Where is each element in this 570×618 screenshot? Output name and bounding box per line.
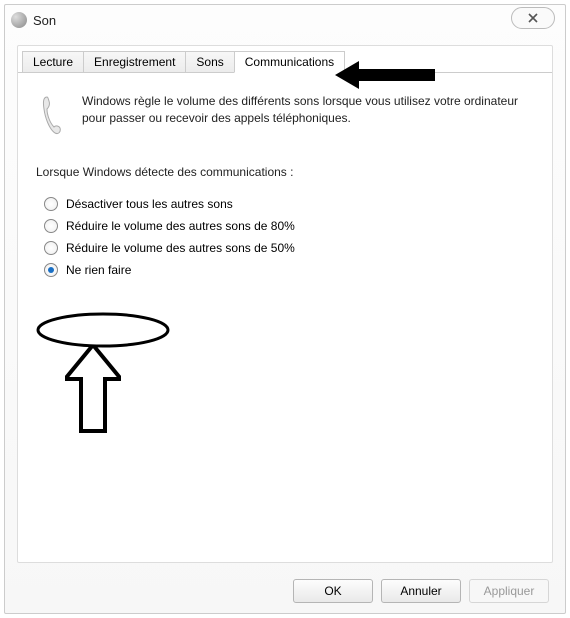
radio-icon	[44, 263, 58, 277]
radio-label: Désactiver tous les autres sons	[66, 197, 233, 211]
sound-icon	[11, 12, 27, 28]
radio-icon	[44, 241, 58, 255]
radio-label: Réduire le volume des autres sons de 50%	[66, 241, 295, 255]
content-area: Lecture Enregistrement Sons Communicatio…	[17, 45, 553, 563]
subtitle: Lorsque Windows détecte des communicatio…	[36, 165, 534, 179]
radio-icon	[44, 197, 58, 211]
radio-label: Ne rien faire	[66, 263, 131, 277]
radio-option-do-nothing[interactable]: Ne rien faire	[44, 263, 534, 277]
phone-icon	[36, 95, 68, 135]
tab-sons[interactable]: Sons	[185, 51, 234, 73]
radio-option-reduce-50[interactable]: Réduire le volume des autres sons de 50%	[44, 241, 534, 255]
titlebar: Son	[5, 5, 565, 35]
ok-button[interactable]: OK	[293, 579, 373, 603]
sound-dialog: Son Lecture Enregistrement Sons Communic…	[4, 4, 566, 614]
radio-icon	[44, 219, 58, 233]
radio-option-mute[interactable]: Désactiver tous les autres sons	[44, 197, 534, 211]
tab-communications[interactable]: Communications	[234, 51, 345, 73]
window-title: Son	[33, 13, 56, 28]
close-button[interactable]	[511, 7, 555, 29]
radio-group: Désactiver tous les autres sons Réduire …	[36, 197, 534, 277]
tab-panel-communications: Windows règle le volume des différents s…	[18, 72, 552, 552]
tab-lecture[interactable]: Lecture	[22, 51, 84, 73]
close-icon	[527, 12, 539, 24]
apply-button: Appliquer	[469, 579, 549, 603]
dialog-buttons: OK Annuler Appliquer	[293, 579, 549, 603]
cancel-button[interactable]: Annuler	[381, 579, 461, 603]
tab-enregistrement[interactable]: Enregistrement	[83, 51, 186, 73]
description-text: Windows règle le volume des différents s…	[82, 93, 534, 135]
description-row: Windows règle le volume des différents s…	[36, 93, 534, 135]
tab-strip: Lecture Enregistrement Sons Communicatio…	[18, 50, 552, 72]
radio-label: Réduire le volume des autres sons de 80%	[66, 219, 295, 233]
radio-option-reduce-80[interactable]: Réduire le volume des autres sons de 80%	[44, 219, 534, 233]
